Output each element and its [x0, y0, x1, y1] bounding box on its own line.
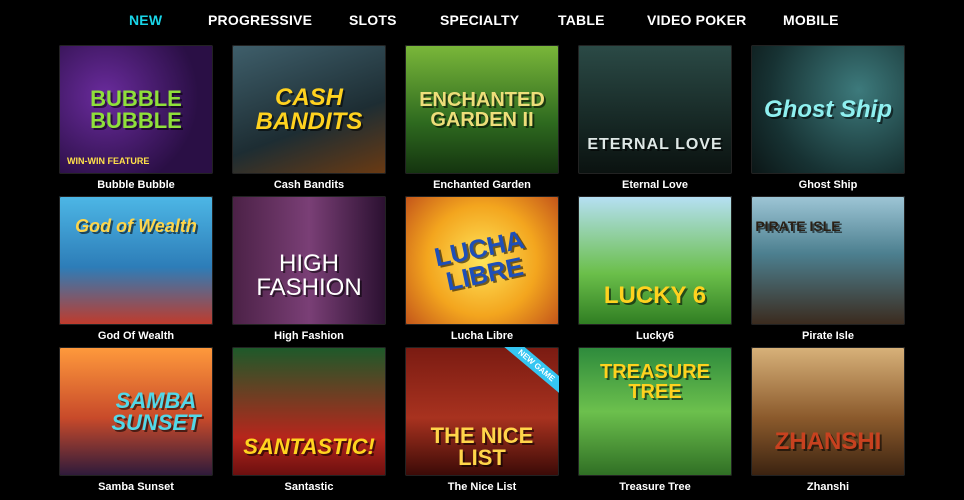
game-tile-santastic[interactable]: SANTASTIC! Santastic [232, 347, 386, 498]
game-thumbnail[interactable]: HIGH FASHION [232, 196, 386, 325]
game-title[interactable]: High Fashion [274, 330, 344, 342]
game-title[interactable]: Eternal Love [622, 179, 688, 191]
game-tile-pirate-isle[interactable]: PIRATE ISLE Pirate Isle [751, 196, 905, 347]
game-logo-art: BUBBLE BUBBLE [90, 85, 182, 133]
game-logo-art: TREASURE TREE [599, 360, 710, 403]
game-tile-cash-bandits[interactable]: CASH BANDITS Cash Bandits [232, 45, 386, 196]
game-logo-art: SANTASTIC! [243, 433, 375, 459]
game-logo-art: LUCHA LIBRE [431, 223, 527, 296]
game-tile-high-fashion[interactable]: HIGH FASHION High Fashion [232, 196, 386, 347]
game-title[interactable]: Zhanshi [807, 481, 849, 493]
game-title[interactable]: Lucha Libre [451, 330, 513, 342]
nav-progressive[interactable]: PROGRESSIVE [208, 12, 312, 28]
game-thumbnail[interactable]: TREASURE TREE [578, 347, 732, 476]
game-thumbnail[interactable]: PIRATE ISLE [751, 196, 905, 325]
game-thumbnail[interactable]: BUBBLE BUBBLE WIN-WIN FEATURE [59, 45, 213, 174]
game-thumbnail[interactable]: SAMBA SUNSET [59, 347, 213, 476]
game-title[interactable]: Bubble Bubble [97, 179, 175, 191]
game-tile-ghost-ship[interactable]: Ghost Ship Ghost Ship [751, 45, 905, 196]
new-game-badge: NEW GAME [495, 347, 559, 402]
game-tile-bubble-bubble[interactable]: BUBBLE BUBBLE WIN-WIN FEATURE Bubble Bub… [59, 45, 213, 196]
game-tile-the-nice-list[interactable]: NEW GAME THE NICE LIST The Nice List [405, 347, 559, 498]
game-thumbnail[interactable]: LUCKY 6 [578, 196, 732, 325]
game-logo-art: THE NICE LIST [430, 422, 534, 470]
game-logo-art: LUCKY 6 [603, 281, 707, 309]
game-logo-art: Ghost Ship [764, 95, 892, 123]
game-logo-art: ENCHANTED GARDEN II [419, 88, 545, 131]
game-thumbnail[interactable]: CASH BANDITS [232, 45, 386, 174]
game-title[interactable]: God Of Wealth [98, 330, 174, 342]
game-tile-lucky6[interactable]: LUCKY 6 Lucky6 [578, 196, 732, 347]
game-title[interactable]: Treasure Tree [619, 481, 691, 493]
game-thumbnail[interactable]: NEW GAME THE NICE LIST [405, 347, 559, 476]
game-logo-art: ZHANSHI [774, 427, 882, 455]
game-title[interactable]: Pirate Isle [802, 330, 854, 342]
game-thumbnail[interactable]: SANTASTIC! [232, 347, 386, 476]
game-logo-art: God of Wealth [75, 215, 197, 236]
game-title[interactable]: Samba Sunset [98, 481, 174, 493]
nav-video-poker[interactable]: VIDEO POKER [647, 12, 746, 28]
game-tile-eternal-love[interactable]: ETERNAL LOVE Eternal Love [578, 45, 732, 196]
game-logo-art: SAMBA SUNSET [111, 387, 201, 435]
game-title[interactable]: Ghost Ship [799, 179, 858, 191]
game-tile-zhanshi[interactable]: ZHANSHI Zhanshi [751, 347, 905, 498]
nav-table[interactable]: TABLE [558, 12, 605, 28]
nav-slots[interactable]: SLOTS [349, 12, 397, 28]
game-tile-enchanted-garden[interactable]: ENCHANTED GARDEN II Enchanted Garden [405, 45, 559, 196]
game-thumbnail[interactable]: ETERNAL LOVE [578, 45, 732, 174]
game-subtitle: WIN-WIN FEATURE [67, 156, 150, 166]
game-logo-art: PIRATE ISLE [755, 217, 841, 234]
game-tile-god-of-wealth[interactable]: God of Wealth God Of Wealth [59, 196, 213, 347]
top-nav: NEW PROGRESSIVE SLOTS SPECIALTY TABLE VI… [0, 0, 964, 40]
game-title[interactable]: Lucky6 [636, 330, 674, 342]
game-thumbnail[interactable]: LUCHA LIBRE [405, 196, 559, 325]
game-tile-lucha-libre[interactable]: LUCHA LIBRE Lucha Libre [405, 196, 559, 347]
game-logo-art: HIGH FASHION [256, 249, 362, 301]
nav-specialty[interactable]: SPECIALTY [440, 12, 519, 28]
game-logo-art: ETERNAL LOVE [587, 135, 723, 153]
game-thumbnail[interactable]: Ghost Ship [751, 45, 905, 174]
nav-mobile[interactable]: MOBILE [783, 12, 839, 28]
game-tile-samba-sunset[interactable]: SAMBA SUNSET Samba Sunset [59, 347, 213, 498]
nav-new[interactable]: NEW [129, 12, 162, 28]
game-tile-treasure-tree[interactable]: TREASURE TREE Treasure Tree [578, 347, 732, 498]
game-title[interactable]: Enchanted Garden [433, 179, 531, 191]
game-grid: BUBBLE BUBBLE WIN-WIN FEATURE Bubble Bub… [59, 45, 905, 498]
game-thumbnail[interactable]: ZHANSHI [751, 347, 905, 476]
game-logo-art: CASH BANDITS [255, 83, 363, 135]
game-thumbnail[interactable]: God of Wealth [59, 196, 213, 325]
game-title[interactable]: Santastic [285, 481, 334, 493]
game-thumbnail[interactable]: ENCHANTED GARDEN II [405, 45, 559, 174]
game-title[interactable]: Cash Bandits [274, 179, 344, 191]
game-title[interactable]: The Nice List [448, 481, 516, 493]
